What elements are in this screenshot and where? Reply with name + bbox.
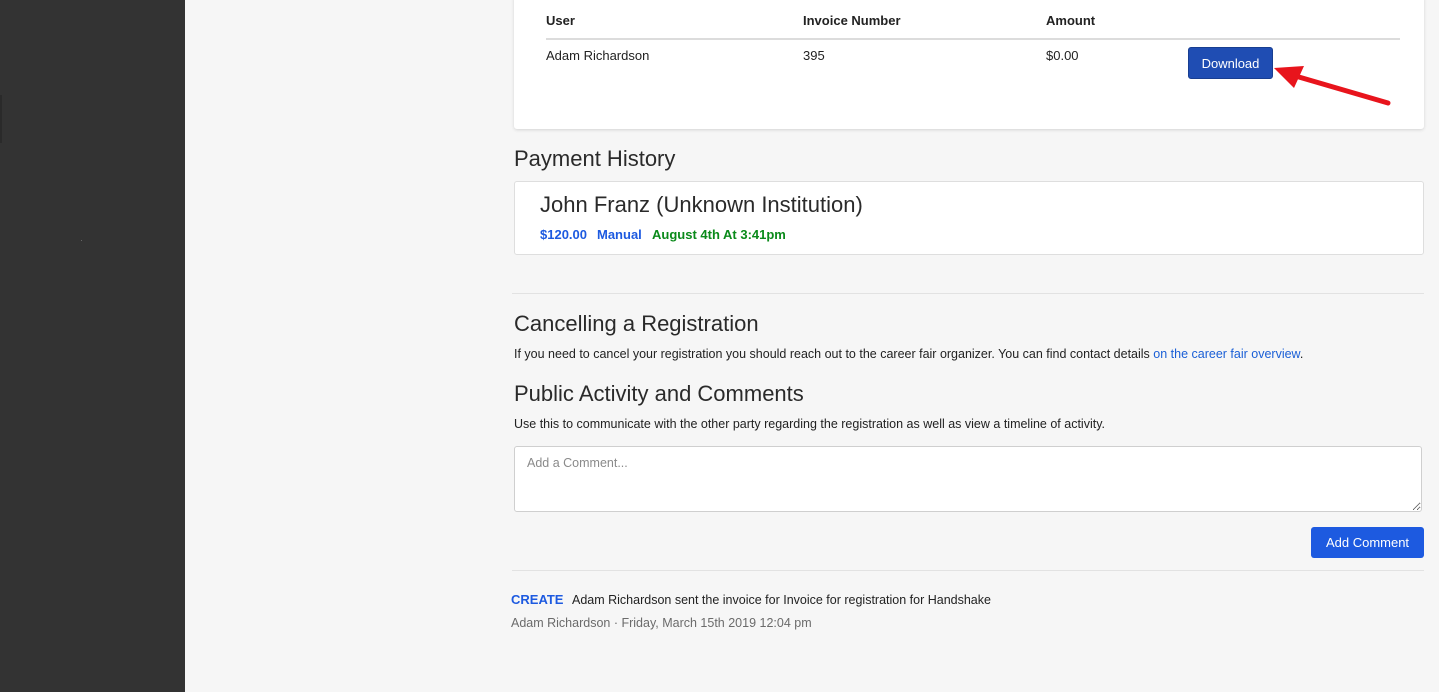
section-divider <box>512 293 1424 294</box>
cancelling-suffix: . <box>1299 347 1304 361</box>
activity-type-badge: CREATE <box>511 592 564 607</box>
cancelling-title: Cancelling a Registration <box>514 311 759 336</box>
payment-amount: $120.00 <box>540 227 587 242</box>
payment-method: Manual <box>597 227 642 242</box>
annotation-arrow-icon <box>1274 66 1391 106</box>
add-comment-button[interactable]: Add Comment <box>1311 527 1424 558</box>
comments-title: Public Activity and Comments <box>514 381 804 406</box>
activity-meta: Adam Richardson · Friday, March 15th 201… <box>511 616 812 630</box>
cell-invoice-number: 395 <box>803 48 825 63</box>
career-fair-overview-link[interactable]: on the career fair overview <box>1153 347 1300 361</box>
header-user: User <box>546 13 575 28</box>
cancelling-text: If you need to cancel your registration … <box>514 347 1303 361</box>
cell-user: Adam Richardson <box>546 48 650 63</box>
activity-divider <box>512 570 1424 571</box>
main-content: User Invoice Number Amount Adam Richards… <box>185 0 1439 692</box>
invoice-table-header: User Invoice Number Amount <box>546 7 1400 40</box>
header-invoice-number: Invoice Number <box>803 13 901 28</box>
sidebar-dot <box>81 240 82 241</box>
cancelling-body: If you need to cancel your registration … <box>514 347 1154 361</box>
comment-input[interactable] <box>514 446 1422 512</box>
cell-amount: $0.00 <box>1046 48 1079 63</box>
header-amount: Amount <box>1046 13 1096 28</box>
sidebar <box>0 0 185 692</box>
payment-history-card: John Franz (Unknown Institution) $120.00… <box>514 181 1424 255</box>
payment-date: August 4th At 3:41pm <box>652 227 786 242</box>
sidebar-notch <box>0 95 2 143</box>
payer-name: John Franz (Unknown Institution) <box>540 192 863 217</box>
download-button[interactable]: Download <box>1188 47 1273 79</box>
payment-history-title: Payment History <box>514 146 676 171</box>
comments-description: Use this to communicate with the other p… <box>514 417 1106 431</box>
activity-text: Adam Richardson sent the invoice for Inv… <box>572 593 991 607</box>
